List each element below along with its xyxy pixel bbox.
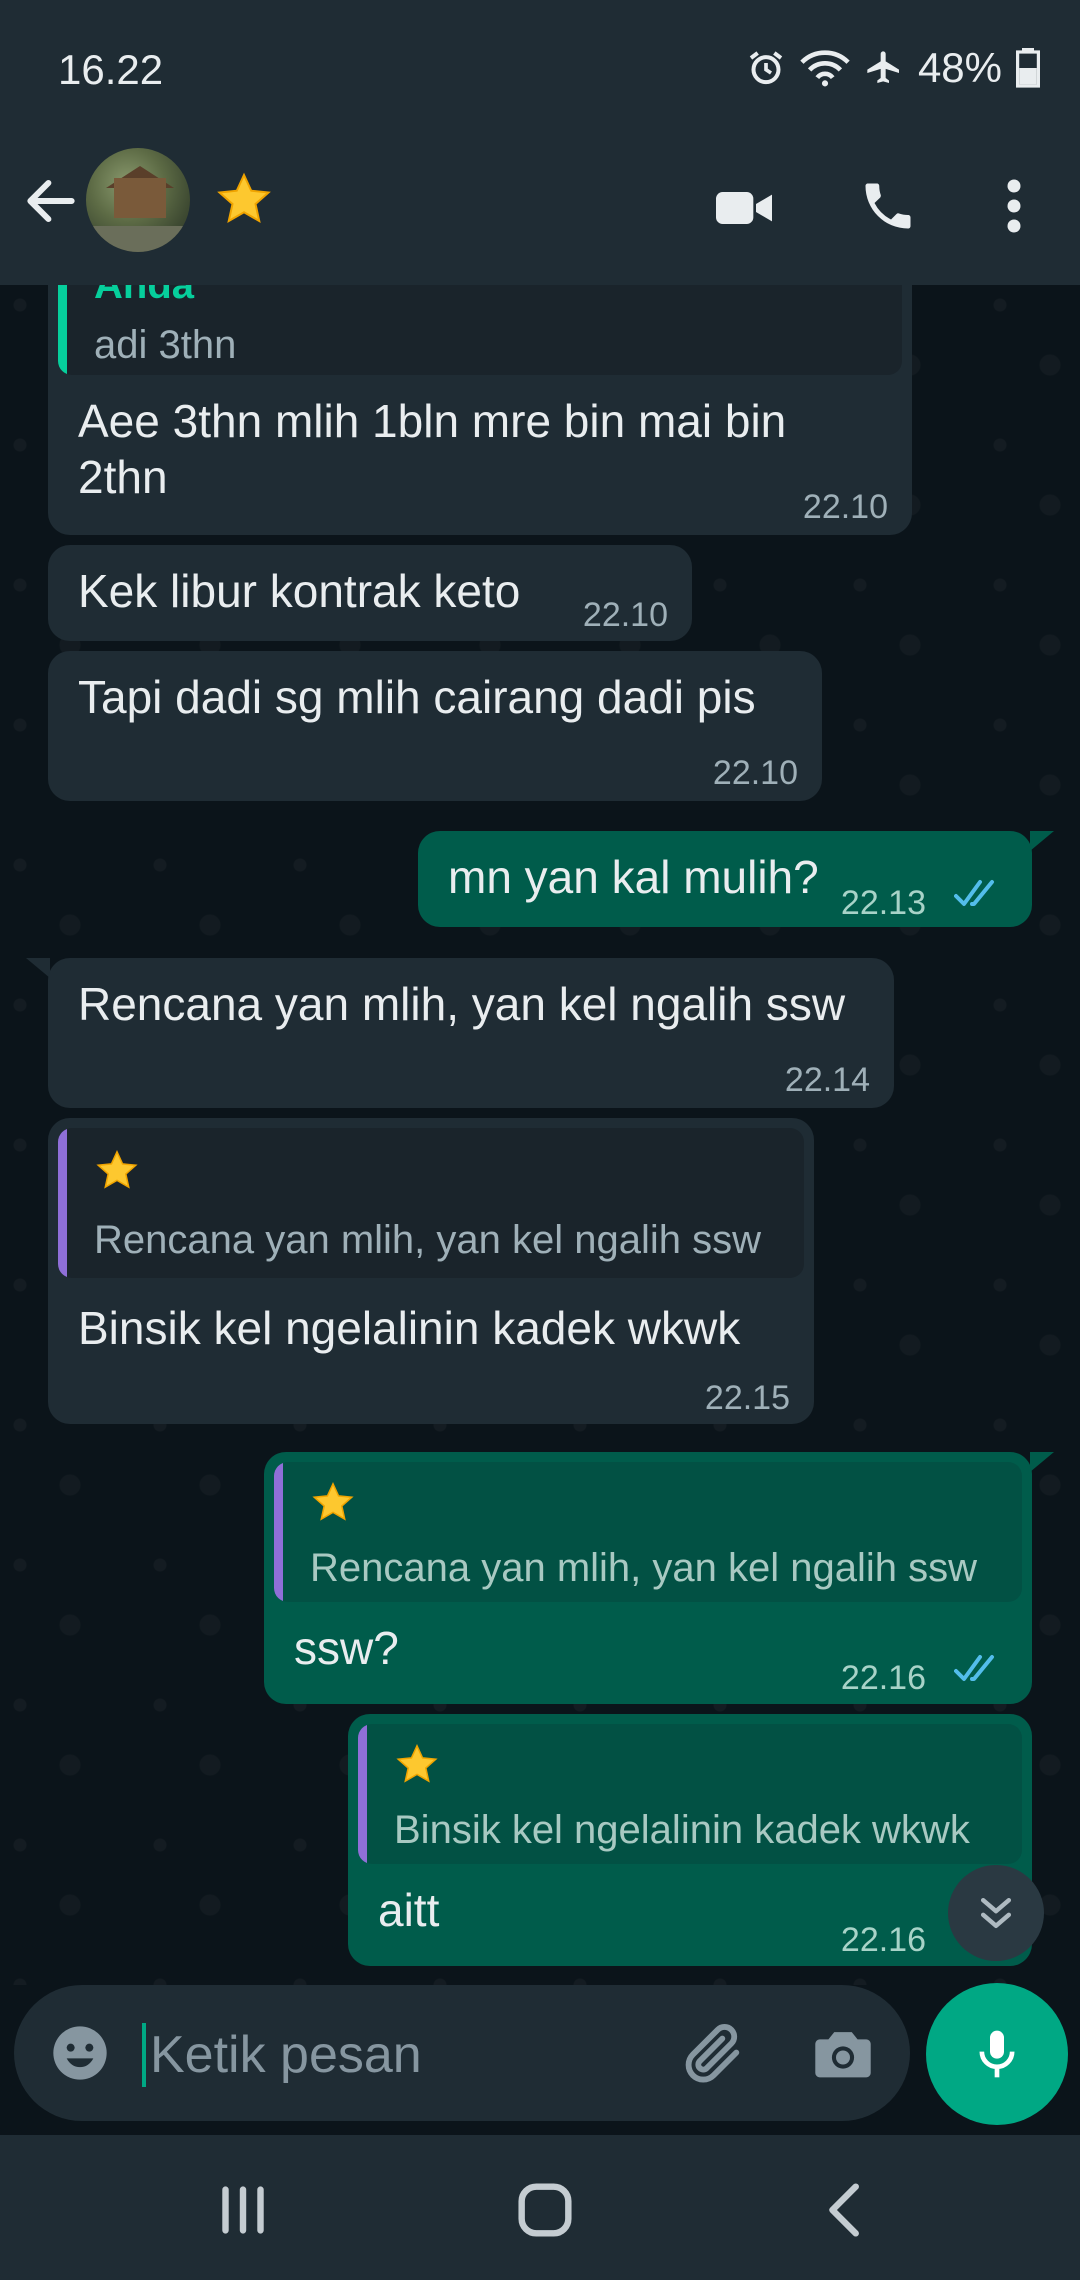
video-call-icon[interactable]	[712, 176, 776, 240]
star-icon	[96, 1149, 138, 1189]
message-time: 22.14	[784, 1061, 870, 1099]
message-outgoing[interactable]: Rencana yan mlih, yan kel ngalih ssw ssw…	[264, 1452, 1032, 1704]
message-text: Kek libur kontrak keto	[78, 565, 521, 617]
quote-text: Binsik kel ngelalinin kadek wkwk	[394, 1808, 970, 1852]
message-text: 2thn	[78, 451, 168, 503]
quote-text: Rencana yan mlih, yan kel ngalih ssw	[310, 1546, 978, 1590]
composer	[0, 1983, 1080, 2135]
message-incoming[interactable]: Kek libur kontrak keto 22.10	[48, 545, 692, 641]
bubble-tail	[1030, 831, 1054, 851]
back-icon[interactable]	[812, 2175, 882, 2245]
message-list[interactable]: Anda adi 3thn Aee 3thn mlih 1bln mre bin…	[0, 285, 1080, 1985]
quote-accent-bar	[58, 1128, 67, 1278]
status-time: 16.22	[58, 46, 164, 93]
message-time: 22.13	[840, 884, 926, 922]
quote-accent-bar	[358, 1724, 367, 1864]
message-outgoing[interactable]: Binsik kel ngelalinin kadek wkwk aitt 22…	[348, 1714, 1032, 1966]
message-incoming[interactable]: Tapi dadi sg mlih cairang dadi pis 22.10	[48, 651, 822, 801]
message-time: 22.16	[840, 1659, 926, 1697]
back-arrow-icon[interactable]	[20, 170, 82, 232]
voice-message-button[interactable]	[926, 1983, 1068, 2125]
star-icon[interactable]	[214, 170, 274, 230]
star-icon	[396, 1743, 438, 1783]
bubble-tail	[1030, 1452, 1054, 1472]
message-text: ssw?	[294, 1622, 399, 1674]
airplane-icon	[867, 51, 899, 83]
quote-text: Rencana yan mlih, yan kel ngalih ssw	[94, 1218, 762, 1262]
more-options-icon[interactable]	[1000, 176, 1028, 236]
quote-accent-bar	[58, 285, 67, 375]
emoji-icon[interactable]	[48, 2021, 112, 2085]
message-text: Binsik kel ngelalinin kadek wkwk	[78, 1302, 741, 1354]
message-time: 22.10	[582, 596, 668, 634]
battery-icon	[1016, 48, 1040, 88]
message-time: 22.10	[712, 754, 798, 792]
message-incoming[interactable]: Rencana yan mlih, yan kel ngalih ssw 22.…	[48, 958, 894, 1108]
attach-icon[interactable]	[678, 2019, 748, 2089]
message-outgoing[interactable]: mn yan kal mulih? 22.13	[418, 831, 1032, 927]
chat-header	[0, 140, 1080, 285]
quoted-message[interactable]: Binsik kel ngelalinin kadek wkwk	[358, 1724, 1022, 1864]
bubble-tail	[26, 958, 50, 978]
recent-apps-icon[interactable]	[208, 2175, 278, 2245]
home-icon[interactable]	[510, 2175, 580, 2245]
quote-text: adi 3thn	[94, 323, 237, 367]
message-text: Aee 3thn mlih 1bln mre bin mai bin	[78, 395, 787, 447]
text-cursor	[142, 2023, 146, 2087]
scroll-to-bottom-button[interactable]	[948, 1865, 1044, 1961]
chevron-double-down-icon	[980, 1897, 1012, 1929]
mic-icon	[979, 2030, 1015, 2078]
message-time: 22.15	[704, 1379, 790, 1417]
quote-author: Anda	[94, 285, 194, 307]
system-nav-bar	[0, 2135, 1080, 2280]
quoted-message[interactable]: Anda adi 3thn	[58, 285, 902, 375]
message-text: aitt	[378, 1884, 440, 1936]
message-text: Rencana yan mlih, yan kel ngalih ssw	[78, 978, 846, 1030]
voice-call-icon[interactable]	[858, 176, 918, 236]
contact-avatar[interactable]	[86, 148, 190, 252]
message-input-container	[14, 1985, 910, 2121]
alarm-icon	[749, 51, 783, 85]
battery-percent: 48%	[917, 44, 1002, 91]
message-input[interactable]	[150, 2015, 670, 2095]
read-receipt-icon	[954, 880, 994, 906]
camera-icon[interactable]	[808, 2019, 878, 2089]
message-text: Tapi dadi sg mlih cairang dadi pis	[78, 671, 756, 723]
wifi-icon	[800, 50, 850, 87]
message-time: 22.16	[840, 1921, 926, 1959]
quote-accent-bar	[274, 1462, 283, 1602]
message-incoming[interactable]: Anda adi 3thn Aee 3thn mlih 1bln mre bin…	[48, 285, 912, 535]
message-incoming[interactable]: Rencana yan mlih, yan kel ngalih ssw Bin…	[48, 1118, 814, 1424]
quoted-message[interactable]: Rencana yan mlih, yan kel ngalih ssw	[58, 1128, 804, 1278]
quoted-message[interactable]: Rencana yan mlih, yan kel ngalih ssw	[274, 1462, 1022, 1602]
status-icons: 48%	[746, 44, 1040, 92]
message-time: 22.10	[802, 488, 888, 526]
message-text: mn yan kal mulih?	[448, 851, 819, 903]
status-bar: 16.22 48%	[0, 0, 1080, 140]
star-icon	[312, 1481, 354, 1521]
read-receipt-icon	[954, 1655, 994, 1681]
